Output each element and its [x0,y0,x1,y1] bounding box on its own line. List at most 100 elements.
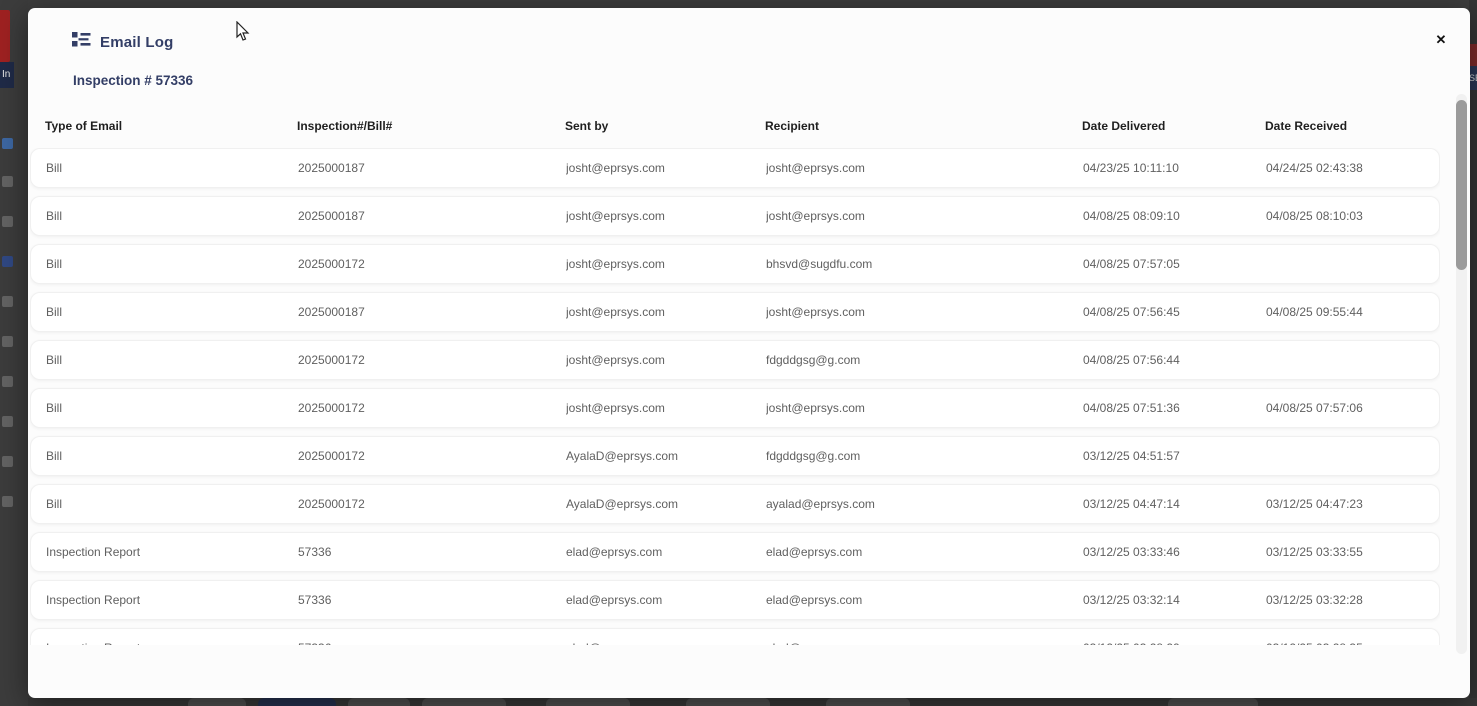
cell-type-of-email: Inspection Report [46,545,298,559]
cell-date-received: 04/08/25 07:57:06 [1266,401,1439,415]
cell-inspection-bill-number: 2025000172 [298,257,566,271]
table-row: Bill 2025000187 josht@eprsys.com josht@e… [30,196,1440,236]
background-button [422,698,506,706]
sidebar-file-icon [2,216,13,227]
cell-inspection-bill-number: 2025000187 [298,305,566,319]
table-row: Bill 2025000172 AyalaD@eprsys.com ayalad… [30,484,1440,524]
table-row: Bill 2025000172 josht@eprsys.com fdgddgs… [30,340,1440,380]
cell-recipient: josht@eprsys.com [766,305,1083,319]
cell-type-of-email: Bill [46,401,298,415]
cell-recipient: fdgddgsg@g.com [766,449,1083,463]
cell-date-received: 03/12/25 03:28:35 [1266,641,1439,645]
app-logo-fragment [0,10,10,62]
column-header-recipient: Recipient [765,119,1082,133]
table-row: Bill 2025000172 josht@eprsys.com josht@e… [30,388,1440,428]
background-sidebar-strip [0,0,28,706]
cell-inspection-bill-number: 2025000172 [298,497,566,511]
cell-type-of-email: Inspection Report [46,641,298,645]
background-button [826,698,910,706]
sidebar-check-icon [2,496,13,507]
column-header-date-delivered: Date Delivered [1082,119,1265,133]
cell-inspection-bill-number: 2025000172 [298,401,566,415]
background-bottom-toolbar [28,698,1477,706]
background-button [348,698,410,706]
background-tab-fragment-left: In [0,62,14,88]
cell-date-received: 04/08/25 08:10:03 [1266,209,1439,223]
cell-recipient: josht@eprsys.com [766,209,1083,223]
cell-inspection-bill-number: 2025000172 [298,449,566,463]
cell-recipient: elad@eprsys.com [766,545,1083,559]
cell-date-delivered: 03/12/25 03:33:46 [1083,545,1266,559]
cell-recipient: bhsvd@sugdfu.com [766,257,1083,271]
cell-recipient: elad@eprsys.com [766,641,1083,645]
cell-recipient: josht@eprsys.com [766,161,1083,175]
cell-inspection-bill-number: 57336 [298,593,566,607]
sidebar-tools-icon [2,376,13,387]
email-log-list-icon [72,32,91,52]
table-row: Inspection Report 57336 elad@eprsys.com … [30,532,1440,572]
cell-date-delivered: 04/08/25 07:57:05 [1083,257,1266,271]
vertical-scrollbar-track[interactable] [1456,94,1467,654]
email-log-table-body: Bill 2025000187 josht@eprsys.com josht@e… [30,148,1440,645]
cell-date-delivered: 04/08/25 07:56:44 [1083,353,1266,367]
table-row: Inspection Report 57336 elad@eprsys.com … [30,580,1440,620]
table-row: Inspection Report 57336 elad@eprsys.com … [30,628,1440,645]
cell-recipient: josht@eprsys.com [766,401,1083,415]
cell-date-delivered: 04/08/25 07:56:45 [1083,305,1266,319]
table-row: Bill 2025000187 josht@eprsys.com josht@e… [30,148,1440,188]
inspection-number-subtitle: Inspection # 57336 [73,73,193,88]
table-row: Bill 2025000172 AyalaD@eprsys.com fdgddg… [30,436,1440,476]
cell-sent-by: josht@eprsys.com [566,209,766,223]
table-row: Bill 2025000172 josht@eprsys.com bhsvd@s… [30,244,1440,284]
close-button[interactable]: ✕ [1431,30,1451,50]
table-row: Bill 2025000187 josht@eprsys.com josht@e… [30,292,1440,332]
cell-date-delivered: 03/12/25 03:28:29 [1083,641,1266,645]
cell-type-of-email: Bill [46,161,298,175]
background-button [546,698,630,706]
cell-inspection-bill-number: 57336 [298,641,566,645]
background-button [188,698,246,706]
sidebar-list-icon [2,456,13,467]
cell-type-of-email: Bill [46,449,298,463]
cell-date-received: 03/12/25 03:33:55 [1266,545,1439,559]
cell-sent-by: elad@eprsys.com [566,593,766,607]
cell-date-received: 03/12/25 04:47:23 [1266,497,1439,511]
cell-inspection-bill-number: 2025000187 [298,209,566,223]
sidebar-document-icon [2,176,13,187]
cell-inspection-bill-number: 57336 [298,545,566,559]
cell-type-of-email: Bill [46,497,298,511]
cell-type-of-email: Bill [46,353,298,367]
cell-date-delivered: 03/12/25 04:51:57 [1083,449,1266,463]
cell-date-received: 04/08/25 09:55:44 [1266,305,1439,319]
modal-header: Email Log [72,32,173,52]
cell-type-of-email: Bill [46,209,298,223]
table-header-row: Type of Email Inspection#/Bill# Sent by … [30,112,1440,140]
column-header-type: Type of Email [45,119,297,133]
cell-inspection-bill-number: 2025000172 [298,353,566,367]
vertical-scrollbar-thumb[interactable] [1456,100,1467,270]
cell-date-received: 04/24/25 02:43:38 [1266,161,1439,175]
cell-date-received: 03/12/25 03:32:28 [1266,593,1439,607]
cell-recipient: elad@eprsys.com [766,593,1083,607]
sidebar-info-icon [2,138,13,149]
cell-sent-by: josht@eprsys.com [566,353,766,367]
cell-sent-by: josht@eprsys.com [566,305,766,319]
sidebar-flag-icon [2,256,13,267]
background-tab-fragment-right: SE [1469,66,1477,90]
background-right-strip [1469,0,1477,706]
cell-sent-by: elad@eprsys.com [566,641,766,645]
background-button [1168,698,1258,706]
column-header-sent-by: Sent by [565,119,765,133]
cell-sent-by: AyalaD@eprsys.com [566,449,766,463]
cell-date-delivered: 04/23/25 10:11:10 [1083,161,1266,175]
cell-sent-by: elad@eprsys.com [566,545,766,559]
cell-sent-by: AyalaD@eprsys.com [566,497,766,511]
sidebar-pencil-icon [2,336,13,347]
cell-type-of-email: Bill [46,305,298,319]
background-right-image-fragment [1469,44,1477,66]
cell-date-delivered: 04/08/25 08:09:10 [1083,209,1266,223]
background-button-active [258,698,336,706]
cell-sent-by: josht@eprsys.com [566,257,766,271]
column-header-date-received: Date Received [1265,119,1440,133]
cell-sent-by: josht@eprsys.com [566,401,766,415]
